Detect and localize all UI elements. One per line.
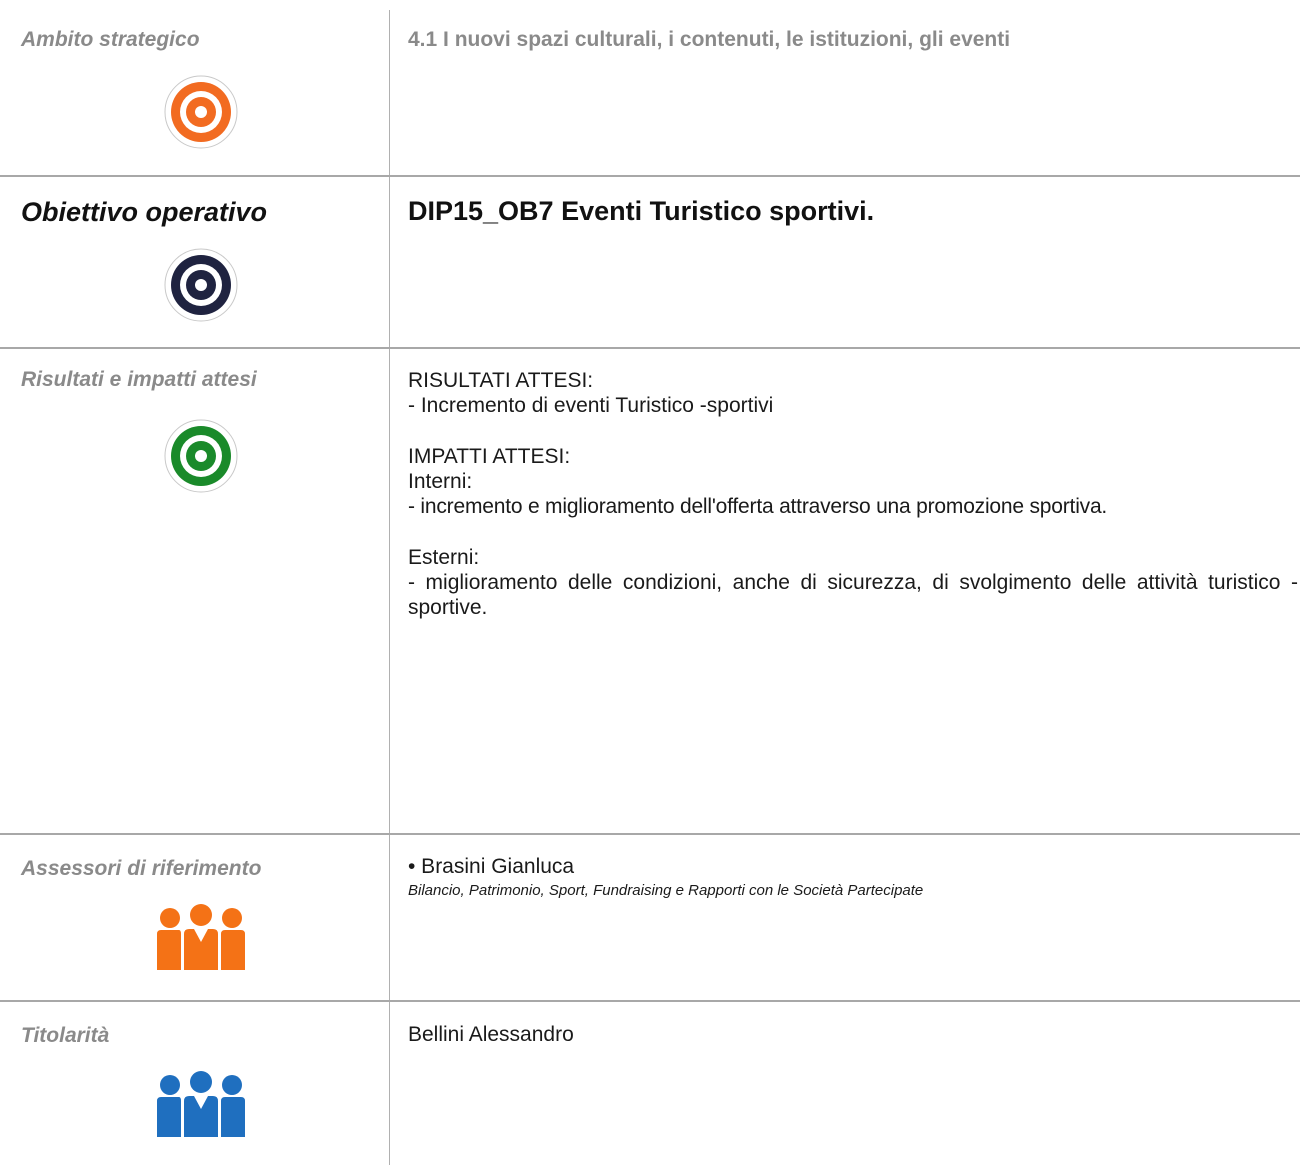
obiettivo-value: DIP15_OB7 Eventi Turistico sportivi. <box>408 196 875 226</box>
assessor-name: • Brasini Gianluca <box>408 855 575 878</box>
risultati-item: - Incremento di eventi Turistico -sporti… <box>408 394 774 417</box>
assessori-content: • Brasini Gianluca Bilancio, Patrimonio,… <box>408 855 1298 899</box>
esterni-heading: Esterni: <box>408 546 480 569</box>
ambito-label: Ambito strategico <box>21 28 200 51</box>
target-icon <box>164 75 238 149</box>
section-obiettivo: Obiettivo operativo DIP15_OB7 Eventi Tur… <box>0 177 1300 347</box>
target-icon <box>164 419 238 493</box>
people-group-icon <box>157 904 245 970</box>
obiettivo-label: Obiettivo operativo <box>21 197 268 227</box>
impatti-heading: IMPATTI ATTESI: <box>408 445 571 468</box>
titolarita-label: Titolarità <box>21 1024 110 1047</box>
interni-item: - incremento e miglioramento dell'offert… <box>408 495 1108 518</box>
section-titolarita: Titolarità Bellini Alessandro <box>0 1002 1300 1165</box>
risultati-content: RISULTATI ATTESI: - Incremento di eventi… <box>408 368 1298 620</box>
section-assessori: Assessori di riferimento • Brasini Gianl… <box>0 835 1300 1000</box>
titolarita-value: Bellini Alessandro <box>408 1023 574 1046</box>
ambito-value: 4.1 I nuovi spazi culturali, i contenuti… <box>408 28 1011 51</box>
esterni-item: - miglioramento delle condizioni, anche … <box>408 571 1298 619</box>
section-risultati: Risultati e impatti attesi RISULTATI ATT… <box>0 349 1300 833</box>
risultati-heading: RISULTATI ATTESI: <box>408 369 594 392</box>
risultati-label: Risultati e impatti attesi <box>21 368 257 391</box>
target-icon <box>164 248 238 322</box>
assessor-role: Bilancio, Patrimonio, Sport, Fundraising… <box>408 882 924 899</box>
people-group-icon <box>157 1071 245 1137</box>
interni-heading: Interni: <box>408 470 473 493</box>
section-ambito: Ambito strategico 4.1 I nuovi spazi cult… <box>0 0 1300 176</box>
assessori-label: Assessori di riferimento <box>21 857 262 880</box>
